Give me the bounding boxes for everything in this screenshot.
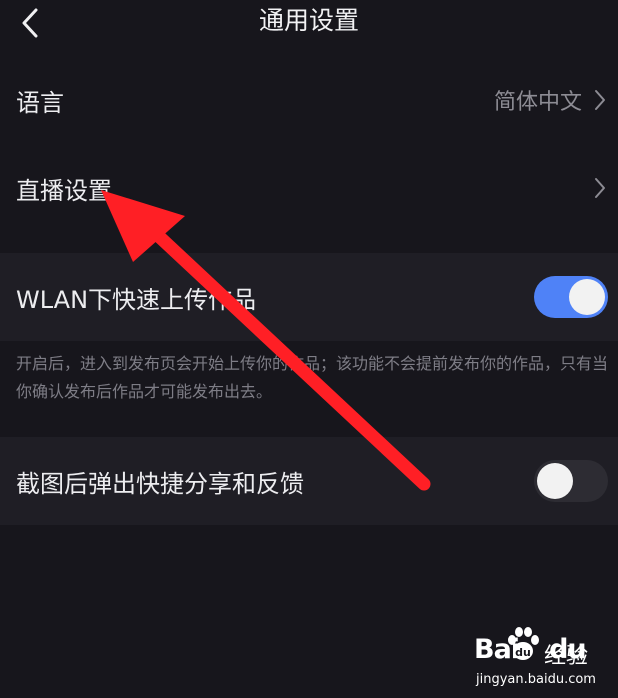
- annotation-arrow: [101, 190, 431, 491]
- watermark: Bai du du 经验 jingyan.baidu.com: [474, 626, 614, 694]
- paw-icon: du: [508, 627, 539, 660]
- watermark-url: jingyan.baidu.com: [476, 672, 596, 687]
- svg-text:du: du: [515, 646, 531, 659]
- watermark-name: 经验: [544, 644, 589, 669]
